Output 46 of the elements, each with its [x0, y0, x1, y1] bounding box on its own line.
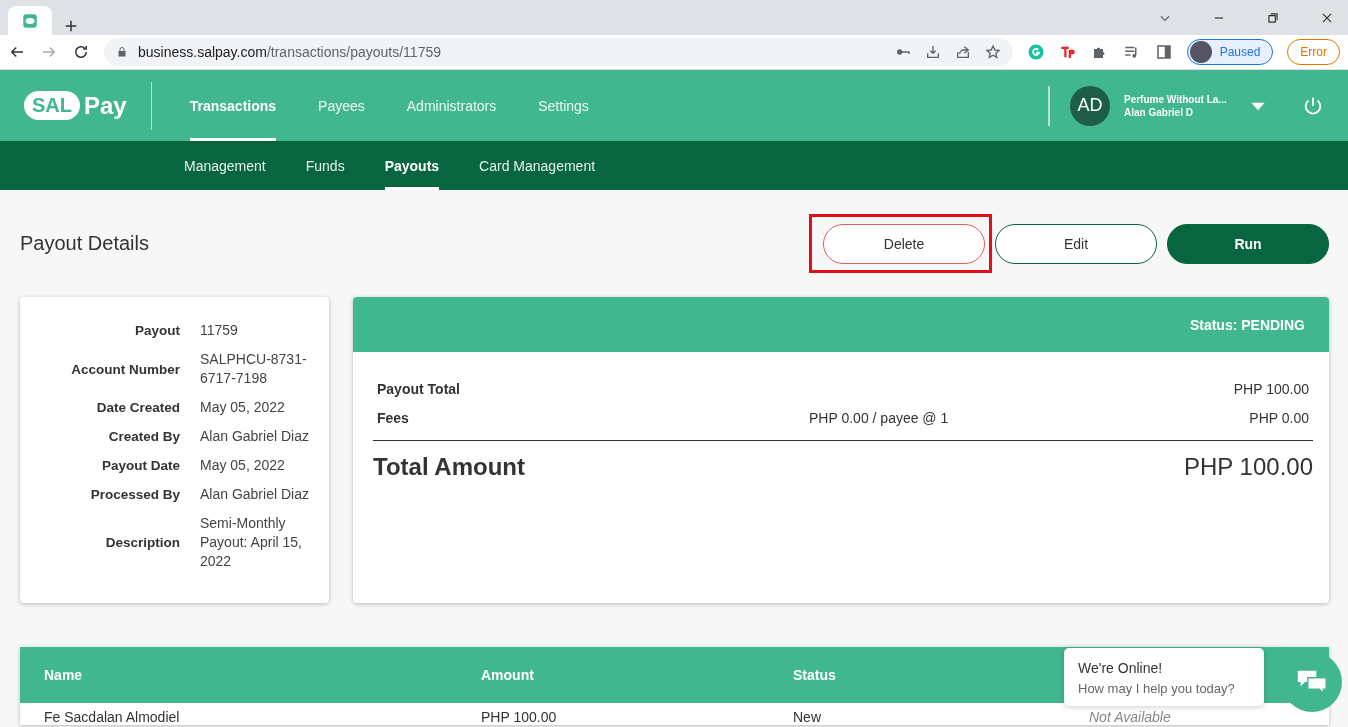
subnav-tab[interactable]: Management [184, 141, 266, 190]
detail-value: Alan Gabriel Diaz [200, 427, 309, 446]
error-button[interactable]: Error [1287, 39, 1340, 65]
subnav-tab[interactable]: Card Management [479, 141, 596, 190]
page-title: Payout Details [20, 232, 149, 255]
subnav-tab[interactable]: Funds [305, 141, 345, 190]
line-label: Payout Total [377, 380, 461, 397]
detail-label: Payout [134, 322, 180, 340]
table-cell: Fe Sacdalan Almodiel [44, 709, 180, 725]
column-header: Name [44, 667, 83, 683]
total-label: Total Amount [373, 453, 525, 481]
detail-label: Payout Date [100, 457, 180, 475]
company-name: Perfume Without La... [1124, 93, 1228, 105]
action-button[interactable]: Edit [995, 223, 1157, 264]
line-note: PHP 0.00 / payee @ 1 [809, 409, 950, 426]
column-header: Status [793, 667, 836, 683]
detail-value: SALPHCU-8731-6717-7198 [200, 350, 308, 388]
chat-subtitle: How may I help you today? [1078, 681, 1236, 696]
detail-label: Account Number [70, 360, 180, 379]
detail-value: May 05, 2022 [200, 398, 286, 417]
detail-value: Semi-Monthly Payout: April 15, 2022 [200, 514, 303, 571]
status-text: Status: PENDING [1189, 316, 1305, 333]
table-cell: PHP 100.00 [481, 709, 557, 725]
action-button[interactable]: Run [1167, 223, 1329, 264]
detail-label: Processed By [89, 486, 180, 504]
action-button[interactable]: Delete [823, 223, 985, 264]
line-label: Fees [377, 409, 410, 426]
column-header: Amount [481, 667, 534, 683]
user-avatar: AD [1070, 85, 1110, 126]
detail-label: Created By [107, 428, 180, 446]
line-amount: PHP 100.00 [1232, 380, 1309, 397]
detail-value: May 05, 2022 [200, 456, 286, 475]
table-cell: Not Available [1089, 709, 1171, 725]
chat-title: We're Online! [1078, 660, 1164, 676]
subnav-tab[interactable]: Payouts [384, 141, 440, 190]
address-field[interactable]: business.salpay.com/transactions/payouts/11759 [104, 38, 1013, 66]
line-amount: PHP 0.00 [1248, 409, 1309, 426]
table-cell: New [793, 709, 821, 725]
detail-value: 11759 [200, 321, 239, 340]
profile-button[interactable]: Paused [1186, 39, 1274, 65]
total-amount: PHP 100.00 [1184, 453, 1313, 481]
detail-label: Description [104, 534, 180, 552]
detail-label: Date Created [95, 399, 180, 417]
chat-popup[interactable]: We're Online! How may I help you today? [1064, 648, 1264, 706]
user-name: Alan Gabriel D [1124, 106, 1194, 118]
detail-value: Alan Gabriel Diaz [200, 485, 309, 504]
